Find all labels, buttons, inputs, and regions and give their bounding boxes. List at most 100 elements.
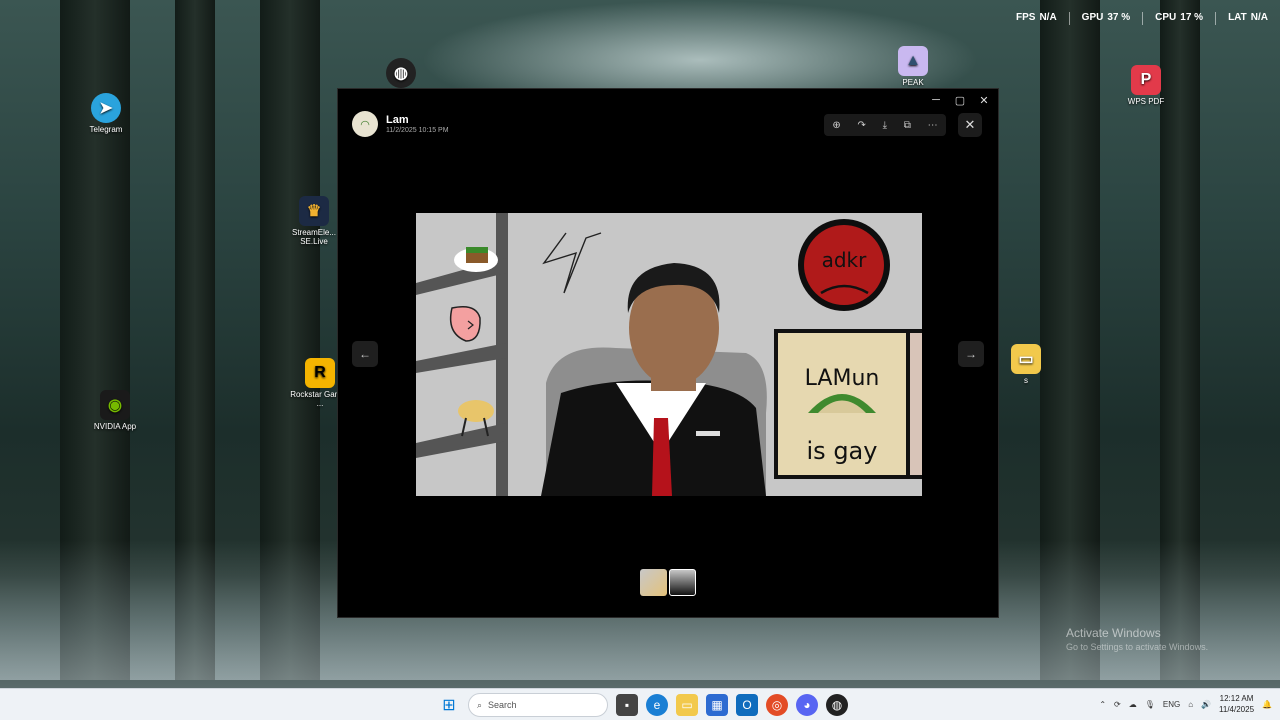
avatar[interactable]: ◠ xyxy=(352,111,378,137)
desktop-icon-label: WPS PDF xyxy=(1127,97,1165,106)
desktop-icon-label: StreamEle... SE.Live xyxy=(291,228,336,246)
arrow-left-icon: ← xyxy=(359,347,371,361)
edge-icon[interactable]: e xyxy=(646,694,668,716)
network-icon[interactable]: ⌂ xyxy=(1188,700,1193,709)
wps-pdf-icon: P xyxy=(1131,65,1161,95)
clock-date: 11/4/2025 xyxy=(1219,705,1255,714)
divider xyxy=(1068,12,1070,25)
rockstar-icon: R xyxy=(305,358,335,388)
image-viewer-window: ─ ▢ ✕ ◠ Lam 11/2/2025 10:15 PM ⊕ ↷ ⤓ ⧉ ⋯… xyxy=(337,88,999,618)
chrome-icon[interactable]: ◎ xyxy=(766,694,788,716)
streamelements-icon: ♛ xyxy=(299,196,329,226)
search-box[interactable]: ⌕ Search xyxy=(468,693,608,717)
desktop-icon-label: s xyxy=(1024,376,1028,385)
obs-taskbar-icon[interactable]: ◍ xyxy=(826,694,848,716)
close-viewer-button[interactable]: ✕ xyxy=(958,113,982,137)
author-name[interactable]: Lam xyxy=(386,114,449,126)
more-options-icon[interactable]: ⋯ xyxy=(928,120,938,131)
clock[interactable]: 12:12 AM 11/4/2025 xyxy=(1219,693,1254,715)
author-info: Lam 11/2/2025 10:15 PM xyxy=(386,114,449,134)
performance-overlay: FPS N/A GPU 37 % CPU 17 % LAT N/A xyxy=(1016,12,1268,25)
start-icon[interactable]: ⊞ xyxy=(438,694,460,716)
peak-icon: ▲ xyxy=(898,46,928,76)
volume-icon[interactable]: 🔊 xyxy=(1201,700,1211,709)
taskbar-apps: ⊞ ⌕ Search ▪ e ▭ ▦ O ◎ ◕ ◍ xyxy=(438,693,848,717)
gpu-label: GPU xyxy=(1081,12,1104,23)
folder-icon: ▭ xyxy=(1011,344,1041,374)
divider xyxy=(1215,12,1217,25)
divider xyxy=(1142,12,1144,25)
grass-top xyxy=(466,247,488,253)
poster-edge xyxy=(910,333,922,475)
lat-label: LAT xyxy=(1228,12,1247,23)
pocket-square xyxy=(696,431,720,436)
chevron-up-icon[interactable]: ⌃ xyxy=(1099,700,1106,709)
forward-icon[interactable]: ↷ xyxy=(857,120,865,131)
lat-value: N/A xyxy=(1250,12,1268,23)
pink-face xyxy=(449,306,481,342)
message-timestamp: 11/2/2025 10:15 PM xyxy=(386,127,449,134)
desktop-icon-wps-pdf[interactable]: P WPS PDF xyxy=(1114,65,1178,106)
poster-top-text: LAMun xyxy=(805,366,880,391)
window-controls: ─ ▢ ✕ xyxy=(926,92,994,108)
drawing-canvas: adkr LAMun is gay xyxy=(416,213,922,496)
close-icon: ✕ xyxy=(964,117,976,132)
desktop-icon-peak[interactable]: ▲ PEAK xyxy=(881,46,945,87)
system-tray: ⌃ ⟳ ☁ 🎙 ENG ⌂ 🔊 12:12 AM 11/4/2025 🔔 xyxy=(1099,693,1272,715)
language-indicator[interactable]: ENG xyxy=(1163,700,1180,709)
file-explorer-icon[interactable]: ▭ xyxy=(676,694,698,716)
poster-bottom-text: is gay xyxy=(807,437,878,465)
taskbar: ⊞ ⌕ Search ▪ e ▭ ▦ O ◎ ◕ ◍ ⌃ ⟳ ☁ 🎙 ENG ⌂… xyxy=(0,688,1280,720)
gpu-value: 37 % xyxy=(1107,12,1131,23)
desktop-icon-folder[interactable]: ▭ s xyxy=(994,344,1058,385)
cpu-value: 17 % xyxy=(1180,12,1204,23)
activation-watermark: Activate Windows Go to Settings to activ… xyxy=(1066,626,1208,652)
nvidia-icon: ◉ xyxy=(100,390,130,420)
zoom-icon[interactable]: ⊕ xyxy=(832,120,840,131)
minimize-icon[interactable]: ─ xyxy=(926,92,946,108)
desktop-icon-telegram[interactable]: ➤ Telegram xyxy=(74,93,138,134)
desktop-icon-label: PEAK xyxy=(902,78,924,87)
next-image-button[interactable]: → xyxy=(958,341,984,367)
sync-icon[interactable]: ⟳ xyxy=(1114,700,1121,709)
store-icon[interactable]: ▦ xyxy=(706,694,728,716)
open-external-icon[interactable]: ⧉ xyxy=(904,120,911,131)
cpu-label: CPU xyxy=(1155,12,1177,23)
search-icon: ⌕ xyxy=(477,699,483,710)
viewer-toolbar: ⊕ ↷ ⤓ ⧉ ⋯ xyxy=(824,114,946,136)
neck xyxy=(651,371,696,391)
viewer-header: ◠ Lam 11/2/2025 10:15 PM xyxy=(352,111,449,137)
yellow-blob xyxy=(458,400,494,422)
download-icon[interactable]: ⤓ xyxy=(883,120,887,131)
thumbnail-strip xyxy=(640,569,696,596)
thumbnail[interactable] xyxy=(640,569,667,596)
fps-label: FPS xyxy=(1015,12,1036,23)
cloud-icon[interactable]: ☁ xyxy=(1129,700,1137,709)
search-placeholder: Search xyxy=(488,700,517,710)
arrow-right-icon: → xyxy=(965,347,977,361)
telegram-icon: ➤ xyxy=(91,93,121,123)
outlook-icon[interactable]: O xyxy=(736,694,758,716)
attachment-image: adkr LAMun is gay xyxy=(416,213,922,496)
desktop-icon-obs[interactable]: ◍ xyxy=(369,58,433,90)
signature-scribble xyxy=(542,232,602,294)
desktop-icon-label: Telegram xyxy=(89,125,123,134)
maximize-icon[interactable]: ▢ xyxy=(950,92,970,108)
discord-icon[interactable]: ◕ xyxy=(796,694,818,716)
activation-title: Activate Windows xyxy=(1066,626,1161,640)
previous-image-button[interactable]: ← xyxy=(352,341,378,367)
lat-stat: LAT N/A xyxy=(1228,12,1268,25)
task-view-icon[interactable]: ▪ xyxy=(616,694,638,716)
obs-icon: ◍ xyxy=(386,58,416,88)
activation-subtitle[interactable]: Go to Settings to activate Windows. xyxy=(1066,642,1208,652)
cpu-stat: CPU 17 % xyxy=(1155,12,1203,25)
window-close-icon[interactable]: ✕ xyxy=(974,92,994,108)
desktop-icon-nvidia[interactable]: ◉ NVIDIA App xyxy=(83,390,147,431)
notification-icon[interactable]: 🔔 xyxy=(1262,700,1272,709)
gpu-stat: GPU 37 % xyxy=(1082,12,1130,25)
microphone-icon[interactable]: 🎙 xyxy=(1145,700,1155,709)
desktop-icon-label: NVIDIA App xyxy=(93,422,137,431)
thumbnail-selected[interactable] xyxy=(669,569,696,596)
sign-text: adkr xyxy=(822,248,868,272)
fps-value: N/A xyxy=(1039,12,1057,23)
